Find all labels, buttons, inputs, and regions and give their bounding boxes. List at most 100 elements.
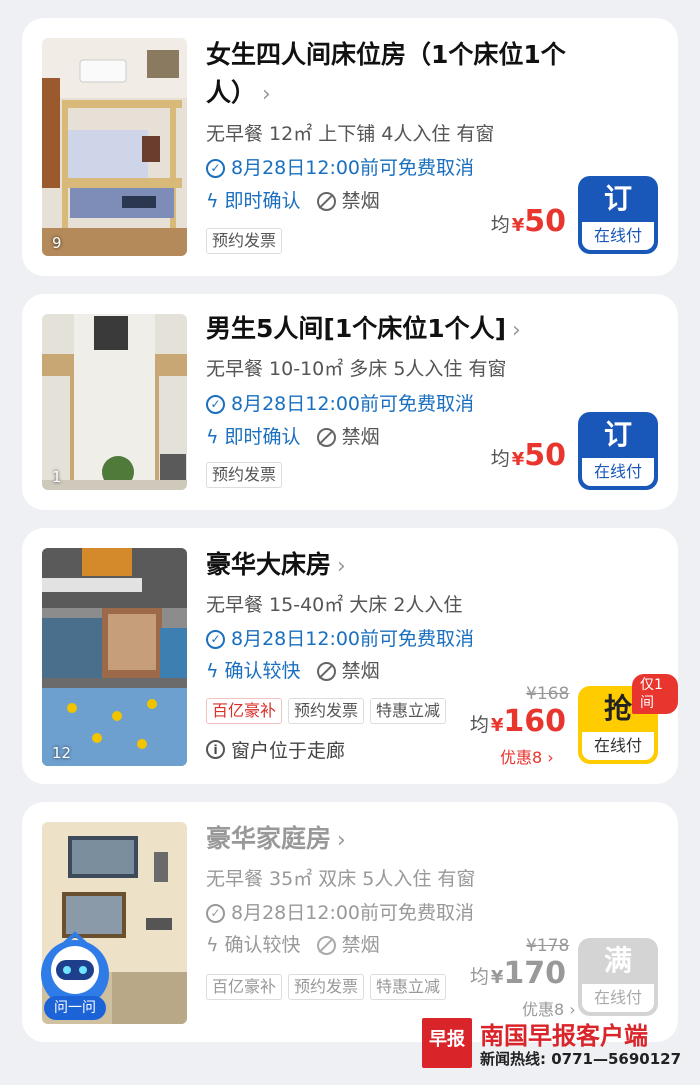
room-title-text: 男生5人间[1个床位1个人] (206, 314, 507, 343)
check-circle-icon: ✓ (206, 158, 225, 178)
pay-online-label: 在线付 (582, 458, 654, 486)
photo-count: 12 (52, 744, 72, 762)
price: 均 ¥ 50 (491, 438, 566, 473)
tag-invoice: 预约发票 (206, 462, 283, 488)
tag-special-discount: 特惠立减 (370, 698, 447, 724)
price: 均 ¥ 170 (470, 956, 566, 991)
lightning-icon: ϟ (206, 189, 219, 212)
no-smoking-text: 禁烟 (341, 190, 380, 212)
room-card[interactable]: 1 男生5人间[1个床位1个人] › 无早餐 10-10㎡ 多床 5人入住 有窗 … (22, 294, 678, 510)
full-button-label: 满 (603, 944, 632, 977)
no-smoking-icon (316, 935, 336, 955)
no-smoking-icon (316, 427, 336, 447)
room-photo[interactable]: 1 (42, 314, 187, 490)
book-button-label: 订 (603, 182, 632, 215)
original-price: ¥168 (526, 684, 570, 704)
limit-badge: 仅1间 (632, 674, 678, 714)
price-amount: 160 (503, 704, 566, 739)
discount-link[interactable]: 优惠8 › (500, 744, 554, 768)
free-cancel-text: 8月28日12:00前可免费取消 (231, 902, 475, 924)
no-smoking-icon (316, 191, 336, 211)
free-cancel: ✓ 8月28日12:00前可免费取消 (206, 900, 474, 926)
tag-subsidy: 百亿豪补 (206, 698, 283, 724)
room-specs: 无早餐 15-40㎡ 大床 2人入住 (206, 594, 463, 616)
newspaper-logo: 早报 (422, 1018, 472, 1068)
tag-list: 百亿豪补 预约发票 特惠立减 (206, 974, 447, 1000)
tag-list: 预约发票 (206, 462, 283, 488)
room-specs: 无早餐 12㎡ 上下铺 4人入住 有窗 (206, 123, 495, 145)
room-card[interactable]: 9 女生四人间床位房（1个床位1个 人） › 无早餐 12㎡ 上下铺 4人入住 有… (22, 18, 678, 276)
confirm-info: ϟ 确认较快 禁烟 (206, 658, 380, 684)
price-prefix: 均 (490, 214, 510, 236)
free-cancel-text: 8月28日12:00前可免费取消 (231, 157, 475, 179)
chevron-right-icon: › (337, 554, 346, 579)
full-button[interactable]: 满 在线付 (578, 938, 658, 1016)
room-card[interactable]: 12 豪华大床房 › 无早餐 15-40㎡ 大床 2人入住 ✓ 8月28日12:0… (22, 528, 678, 784)
room-title-text: 豪华大床房 (206, 550, 332, 579)
room-note: i 窗户位于走廊 (206, 736, 345, 763)
confirm-text: 即时确认 (224, 426, 301, 448)
free-cancel-text: 8月28日12:00前可免费取消 (231, 628, 475, 650)
price: 均 ¥ 50 (491, 204, 566, 239)
room-photo[interactable]: 9 (42, 38, 187, 256)
confirm-text: 即时确认 (224, 190, 301, 212)
price-amount: 170 (503, 956, 566, 991)
book-button[interactable]: 订 在线付 (578, 176, 658, 254)
currency-symbol: ¥ (511, 215, 525, 236)
confirm-text: 确认较快 (224, 660, 301, 682)
room-title[interactable]: 男生5人间[1个床位1个人] › (206, 310, 654, 350)
ask-button[interactable]: 问一问 (44, 996, 106, 1020)
room-specs: 无早餐 35㎡ 双床 5人入住 有窗 (206, 868, 476, 890)
chevron-right-icon: › (512, 318, 521, 343)
check-circle-icon: ✓ (206, 394, 225, 414)
lightning-icon: ϟ (206, 933, 219, 956)
book-button-label: 订 (603, 418, 632, 451)
photo-count: 9 (52, 234, 62, 252)
pay-online-label: 在线付 (582, 222, 654, 250)
confirm-info: ϟ 即时确认 禁烟 (206, 424, 380, 450)
confirm-info: ϟ 即时确认 禁烟 (206, 188, 380, 214)
price-amount: 50 (524, 438, 566, 473)
currency-symbol: ¥ (490, 715, 504, 736)
price-prefix: 均 (469, 966, 489, 988)
room-title[interactable]: 女生四人间床位房（1个床位1个 人） › (206, 36, 654, 114)
lightning-icon: ϟ (206, 659, 219, 682)
free-cancel-text: 8月28日12:00前可免费取消 (231, 393, 475, 415)
tag-subsidy: 百亿豪补 (206, 974, 283, 1000)
no-smoking-text: 禁烟 (341, 660, 380, 682)
no-smoking-text: 禁烟 (341, 426, 380, 448)
original-price: ¥178 (526, 936, 570, 956)
room-title-line2: 人） (206, 78, 257, 107)
pay-online-label: 在线付 (582, 732, 654, 760)
currency-symbol: ¥ (490, 967, 504, 988)
watermark-title: 南国早报客户端 (480, 1022, 648, 1050)
free-cancel: ✓ 8月28日12:00前可免费取消 (206, 626, 474, 652)
room-title-line1: 女生四人间床位房（1个床位1个 (206, 40, 566, 69)
photo-count: 1 (52, 468, 62, 486)
tag-invoice: 预约发票 (288, 974, 365, 1000)
room-card[interactable]: 豪华家庭房 › 无早餐 35㎡ 双床 5人入住 有窗 ✓ 8月28日12:00前可… (22, 802, 678, 1042)
chevron-right-icon: › (337, 828, 346, 853)
room-specs: 无早餐 10-10㎡ 多床 5人入住 有窗 (206, 358, 507, 380)
book-button[interactable]: 订 在线付 (578, 412, 658, 490)
room-photo[interactable]: 12 (42, 548, 187, 766)
tag-list: 预约发票 (206, 228, 283, 254)
check-circle-icon: ✓ (206, 629, 225, 649)
check-circle-icon: ✓ (206, 903, 225, 923)
confirm-info: ϟ 确认较快 禁烟 (206, 932, 380, 958)
price-prefix: 均 (469, 714, 489, 736)
free-cancel: ✓ 8月28日12:00前可免费取消 (206, 391, 474, 417)
no-smoking-text: 禁烟 (341, 934, 380, 956)
info-icon: i (206, 740, 225, 759)
watermark-hotline: 新闻热线: 0771—5690127 (480, 1050, 682, 1068)
tag-list: 百亿豪补 预约发票 特惠立减 (206, 698, 447, 724)
lightning-icon: ϟ (206, 425, 219, 448)
room-title[interactable]: 豪华大床房 › (206, 546, 654, 586)
no-smoking-icon (316, 661, 336, 681)
price-prefix: 均 (490, 448, 510, 470)
free-cancel: ✓ 8月28日12:00前可免费取消 (206, 155, 474, 181)
room-title[interactable]: 豪华家庭房 › (206, 820, 654, 860)
price: 均 ¥ 160 (470, 704, 566, 739)
tag-invoice: 预约发票 (288, 698, 365, 724)
confirm-text: 确认较快 (224, 934, 301, 956)
